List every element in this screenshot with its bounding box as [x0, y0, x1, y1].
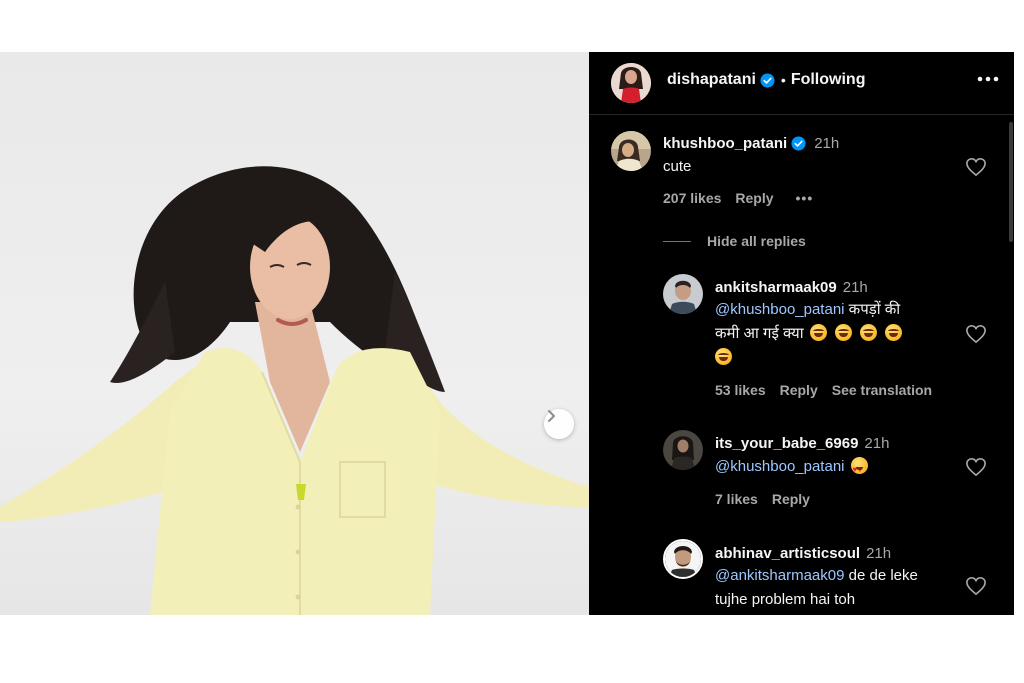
verified-badge-icon — [791, 135, 806, 151]
verified-badge-icon — [760, 72, 775, 88]
commenter-username[interactable]: khushboo_patani — [663, 135, 787, 152]
laughing-emoji-icon — [859, 324, 877, 341]
reply-time: 21h — [842, 278, 868, 296]
reply-mention[interactable]: @ankitsharmaak09 — [715, 567, 844, 584]
comment-text: cute — [663, 158, 692, 175]
woman-in-yellow-shirt-image — [0, 166, 589, 615]
reply-button[interactable]: Reply — [780, 382, 818, 398]
comment-time: 21h — [814, 134, 840, 152]
reply-text-line1: कपड़ों की — [844, 301, 901, 318]
reply-avatar[interactable] — [663, 274, 703, 314]
hide-replies-line — [663, 240, 691, 242]
reply-button[interactable]: Reply — [735, 190, 773, 206]
laughing-emoji-icon — [834, 324, 852, 341]
reply-time: 21h — [864, 434, 890, 452]
like-heart-icon[interactable] — [965, 324, 987, 344]
like-heart-icon[interactable] — [965, 157, 987, 177]
following-button[interactable]: Following — [791, 71, 866, 89]
like-heart-icon[interactable] — [965, 457, 987, 477]
reply-text: @khushboo_patani कपड़ों की कमी आ गई क्या — [715, 298, 955, 370]
header-separator: • — [780, 72, 786, 88]
reply-text-line2: tujhe problem hai toh — [715, 591, 856, 608]
reply-username[interactable]: abhinav_artisticsoul — [715, 545, 860, 562]
comments-panel: dishapatani • Following khushboo_patani … — [589, 52, 1014, 615]
laughing-emoji-icon — [809, 324, 827, 341]
comment-likes[interactable]: 207 likes — [663, 190, 721, 206]
heart-eyes-emoji-icon — [850, 457, 868, 482]
reply-username[interactable]: ankitsharmaak09 — [715, 279, 837, 296]
chevron-right-icon — [548, 410, 555, 422]
comments-scrollbar[interactable] — [1009, 122, 1013, 242]
carousel-next-button[interactable] — [544, 409, 574, 439]
laughing-emoji-icon — [884, 324, 902, 341]
more-options-button[interactable] — [975, 66, 1001, 92]
reply-mention[interactable]: @khushboo_patani — [715, 301, 845, 318]
reply-text-line1: de de leke — [844, 567, 918, 584]
see-translation-button[interactable]: See translation — [832, 382, 932, 398]
post-photo[interactable] — [0, 52, 589, 615]
instagram-post: dishapatani • Following khushboo_patani … — [0, 52, 1014, 615]
reply-button[interactable]: Reply — [772, 491, 810, 507]
hide-replies-label: Hide all replies — [707, 233, 806, 249]
reply-text: @ankitsharmaak09 de de leke tujhe proble… — [715, 564, 965, 612]
comment-options-button[interactable]: ••• — [796, 190, 814, 206]
reply-mention[interactable]: @khushboo_patani — [715, 458, 845, 475]
reply-likes[interactable]: 53 likes — [715, 382, 766, 398]
commenter-avatar[interactable] — [611, 131, 651, 171]
author-avatar[interactable] — [611, 63, 651, 103]
hide-replies-toggle[interactable]: Hide all replies — [663, 233, 806, 249]
reply-time: 21h — [866, 544, 892, 562]
reply-likes[interactable]: 7 likes — [715, 491, 758, 507]
author-username[interactable]: dishapatani — [667, 71, 756, 89]
laughing-emoji-icon — [715, 348, 732, 365]
reply-avatar[interactable] — [663, 539, 703, 579]
reply-text: @khushboo_patani — [715, 455, 876, 482]
reply-text-line2: कमी आ गई क्या — [715, 325, 804, 342]
reply-username[interactable]: its_your_babe_6969 — [715, 435, 858, 452]
like-heart-icon[interactable] — [965, 576, 987, 596]
more-horizontal-icon — [977, 76, 999, 82]
post-header: dishapatani • Following — [589, 52, 1014, 115]
reply-avatar[interactable] — [663, 430, 703, 470]
